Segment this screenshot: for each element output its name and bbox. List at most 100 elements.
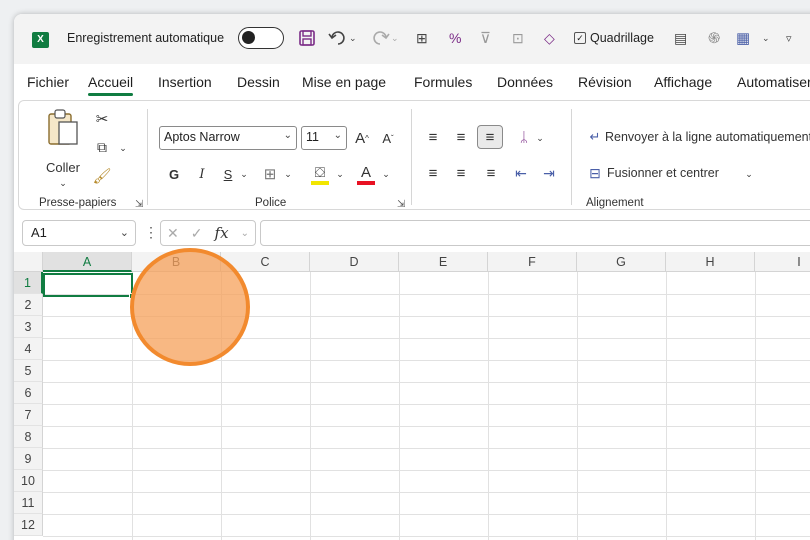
- borders-icon[interactable]: ⊞: [259, 163, 281, 185]
- column-header-f[interactable]: F: [488, 252, 577, 272]
- paste-dropdown-icon[interactable]: ⌄: [53, 177, 73, 189]
- clipboard-launcher-icon[interactable]: ⇲: [135, 199, 143, 210]
- orientation-icon[interactable]: ᛦ: [513, 127, 535, 147]
- paste-icon[interactable]: [43, 107, 83, 149]
- underline-button[interactable]: S: [219, 163, 237, 185]
- formula-buttons: ✕ ✓ fx ⌄: [160, 220, 256, 246]
- gridline: [310, 272, 311, 540]
- tab-automatiser[interactable]: Automatiser: [737, 74, 810, 90]
- save-icon[interactable]: [298, 26, 316, 50]
- row-header[interactable]: 11: [14, 492, 43, 514]
- align-left-icon[interactable]: ≡: [423, 163, 443, 183]
- align-right-icon[interactable]: ≡: [481, 163, 501, 183]
- row-header[interactable]: 8: [14, 426, 43, 448]
- merge-icon[interactable]: ⊟: [585, 163, 605, 183]
- font-color-button[interactable]: A: [355, 161, 377, 187]
- align-bottom-icon[interactable]: ≡: [477, 125, 503, 149]
- tab-affichage[interactable]: Affichage: [654, 74, 712, 90]
- column-header-g[interactable]: G: [577, 252, 666, 272]
- format-painter-icon[interactable]: 🖌: [92, 165, 111, 187]
- table-style-dropdown-icon[interactable]: ⌄: [762, 26, 770, 50]
- row-header[interactable]: 3: [14, 316, 43, 338]
- column-header-i[interactable]: I: [755, 252, 810, 272]
- row-header[interactable]: 1: [14, 272, 43, 294]
- insert-function-button[interactable]: fx: [215, 224, 229, 242]
- tab-accueil[interactable]: Accueil: [88, 74, 134, 96]
- align-center-icon[interactable]: ≡: [451, 163, 471, 183]
- more-options-icon[interactable]: ⋮: [144, 224, 158, 241]
- tab-formules[interactable]: Formules: [414, 74, 472, 90]
- borders-dropdown-icon[interactable]: ⌄: [283, 167, 293, 181]
- column-header-a[interactable]: A: [43, 252, 132, 272]
- copy-dropdown-icon[interactable]: ⌄: [117, 141, 129, 155]
- confirm-icon[interactable]: ✓: [191, 225, 203, 242]
- row-header[interactable]: 2: [14, 294, 43, 316]
- redo-dropdown-icon[interactable]: ⌄: [391, 26, 399, 50]
- tab-revision[interactable]: Révision: [578, 74, 632, 90]
- align-middle-icon[interactable]: ≡: [451, 127, 471, 147]
- wrap-text-button[interactable]: Renvoyer à la ligne automatiquement: [605, 127, 810, 147]
- cancel-icon[interactable]: ✕: [167, 225, 179, 242]
- cut-icon[interactable]: ✂: [93, 109, 111, 129]
- italic-button[interactable]: I: [193, 163, 211, 185]
- name-box[interactable]: A1 ⌄: [22, 220, 136, 246]
- increase-indent-icon[interactable]: ⇥: [539, 163, 559, 183]
- merge-dropdown-icon[interactable]: ⌄: [743, 167, 755, 181]
- select-all-corner[interactable]: [14, 252, 43, 272]
- tab-insertion[interactable]: Insertion: [158, 74, 212, 90]
- font-launcher-icon[interactable]: ⇲: [397, 199, 405, 210]
- grow-font-button[interactable]: A ^: [353, 127, 371, 149]
- gridlines-checkbox[interactable]: ✓ Quadrillage: [574, 31, 654, 45]
- fx-dropdown-icon[interactable]: ⌄: [241, 228, 249, 239]
- font-color-dropdown-icon[interactable]: ⌄: [381, 167, 391, 181]
- font-size-select[interactable]: 11 ⌄: [301, 126, 347, 150]
- eraser-icon[interactable]: ◇: [544, 26, 555, 50]
- grow-font-label: A: [355, 129, 366, 147]
- fill-color-icon[interactable]: ⛋: [309, 161, 331, 187]
- font-size-value: 11: [306, 130, 319, 144]
- percent-icon[interactable]: %: [449, 26, 461, 50]
- align-top-icon[interactable]: ≡: [423, 127, 443, 147]
- column-header-h[interactable]: H: [666, 252, 755, 272]
- fingerprint-icon[interactable]: ֍: [708, 26, 720, 50]
- undo-dropdown-icon[interactable]: ⌄: [349, 26, 357, 50]
- row-header[interactable]: 10: [14, 470, 43, 492]
- wrap-text-icon[interactable]: ↵: [585, 127, 605, 147]
- chevron-down-icon: ⌄: [283, 130, 292, 141]
- decrease-indent-icon[interactable]: ⇤: [511, 163, 531, 183]
- customize-qat-icon[interactable]: ▿: [786, 26, 792, 50]
- underline-dropdown-icon[interactable]: ⌄: [239, 167, 249, 181]
- row-header[interactable]: 4: [14, 338, 43, 360]
- table-style-icon[interactable]: ▦: [736, 26, 750, 50]
- form-icon[interactable]: ▤: [674, 26, 687, 50]
- bold-button[interactable]: G: [165, 163, 183, 185]
- row-header[interactable]: 7: [14, 404, 43, 426]
- tab-donnees[interactable]: Données: [497, 74, 553, 90]
- font-name-select[interactable]: Aptos Narrow ⌄: [159, 126, 297, 150]
- filter-icon[interactable]: ⊽: [480, 26, 491, 50]
- row-header[interactable]: 12: [14, 514, 43, 536]
- autosave-toggle[interactable]: [238, 27, 284, 49]
- shrink-font-button[interactable]: Aˇ: [379, 127, 397, 149]
- paste-label[interactable]: Coller: [41, 159, 85, 175]
- formula-input[interactable]: [260, 220, 810, 246]
- copy-icon[interactable]: ⧉: [93, 137, 111, 157]
- row-header[interactable]: 6: [14, 382, 43, 404]
- separator: [411, 109, 412, 205]
- tab-fichier[interactable]: Fichier: [27, 74, 69, 90]
- gridline: [43, 382, 810, 383]
- merge-center-button[interactable]: Fusionner et centrer: [607, 163, 719, 183]
- spelling-icon[interactable]: ⊞: [416, 26, 428, 50]
- orientation-dropdown-icon[interactable]: ⌄: [535, 131, 545, 145]
- row-header[interactable]: 9: [14, 448, 43, 470]
- fill-color-dropdown-icon[interactable]: ⌄: [335, 167, 345, 181]
- tab-dessin[interactable]: Dessin: [237, 74, 280, 90]
- undo-icon[interactable]: [328, 26, 348, 50]
- column-header-d[interactable]: D: [310, 252, 399, 272]
- column-header-e[interactable]: E: [399, 252, 488, 272]
- active-cell-a1[interactable]: [43, 273, 135, 299]
- select-icon[interactable]: ⊡: [512, 26, 524, 50]
- row-header[interactable]: 5: [14, 360, 43, 382]
- redo-icon[interactable]: [370, 26, 390, 50]
- tab-mise-en-page[interactable]: Mise en page: [302, 74, 386, 90]
